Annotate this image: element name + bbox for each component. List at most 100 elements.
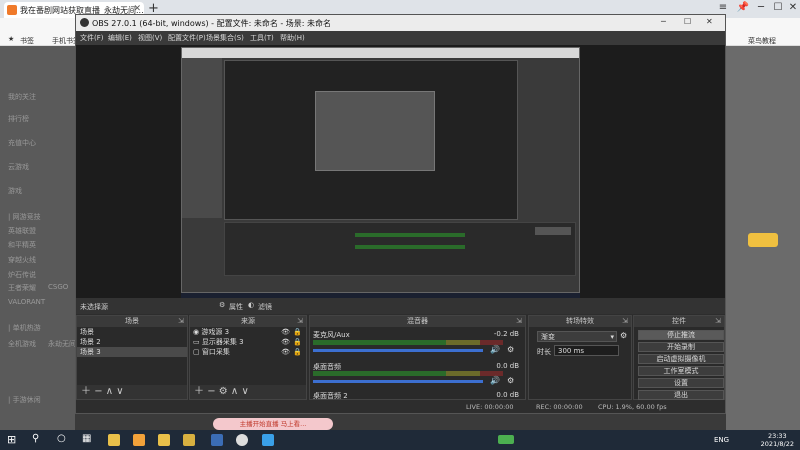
gear-icon[interactable]: ⚙	[507, 345, 514, 354]
sidebar-item[interactable]: 穿越火线	[8, 255, 36, 265]
source-item[interactable]: ▭ 显示器采集 3 👁 🔒	[190, 337, 306, 347]
settings-button[interactable]: 设置	[638, 378, 724, 388]
volume-meter	[313, 340, 503, 345]
filter-icon[interactable]: ◐	[248, 301, 254, 309]
add-icon[interactable]: ＋	[194, 386, 204, 397]
input-language[interactable]: ENG	[714, 436, 729, 444]
scene-item[interactable]: 场景 3	[77, 347, 187, 357]
sidebar-item[interactable]: 英雄联盟	[8, 226, 36, 236]
duration-input[interactable]: 300 ms	[554, 345, 619, 356]
visibility-icon[interactable]: 👁	[281, 347, 290, 357]
lock-icon[interactable]: 🔒	[293, 337, 302, 347]
source-item[interactable]: ▢ 窗口采集 👁 🔒	[190, 347, 306, 357]
gear-icon[interactable]: ⚙	[620, 331, 627, 340]
exit-button[interactable]: 退出	[638, 390, 724, 400]
lock-icon[interactable]: 🔒	[293, 347, 302, 357]
add-icon[interactable]: ＋	[81, 386, 91, 397]
speaker-icon[interactable]: 🔊	[490, 345, 500, 354]
sidebar-item[interactable]: 充值中心	[8, 138, 36, 148]
lock-icon[interactable]: 🔒	[293, 327, 302, 337]
source-toolbar: 未选择源 ⚙ 属性 ◐ 滤镜	[76, 298, 725, 314]
transition-select[interactable]: 渐变 ▾	[537, 331, 617, 342]
remove-icon[interactable]: −	[207, 386, 215, 397]
source-item[interactable]: ◉ 游戏源 3 👁 🔒	[190, 327, 306, 337]
volume-slider[interactable]	[313, 349, 483, 352]
sidebar-item[interactable]: 炉石传说	[8, 270, 36, 280]
studio-mode-button[interactable]: 工作室模式	[638, 366, 724, 376]
obs-preview[interactable]	[76, 45, 725, 311]
sidebar-item[interactable]: VALORANT	[8, 298, 45, 306]
menu-view[interactable]: 视图(V)	[138, 33, 162, 43]
sidebar-item[interactable]: 王者荣耀	[8, 283, 36, 293]
close-tab-icon[interactable]: ✕	[133, 4, 141, 14]
menu-profile[interactable]: 配置文件(P)	[168, 33, 206, 43]
sidebar-item[interactable]: | 手游休闲	[8, 395, 41, 405]
sidebar-item[interactable]: 游戏	[8, 186, 22, 196]
dock-float-icon[interactable]: ⇲	[516, 316, 522, 327]
start-recording-button[interactable]: 开始录制	[638, 342, 724, 352]
folder-icon[interactable]	[158, 434, 170, 446]
dock-float-icon[interactable]: ⇲	[622, 316, 628, 327]
up-icon[interactable]: ∧	[231, 386, 238, 397]
sidebar-item[interactable]: 我的关注	[8, 92, 36, 102]
menu-scene-collection[interactable]: 场景集合(S)	[206, 33, 244, 43]
task-view-icon[interactable]: ○	[57, 433, 66, 444]
menu-help[interactable]: 帮助(H)	[280, 33, 305, 43]
close-window-icon[interactable]: ✕	[785, 2, 800, 13]
bookmark-item[interactable]: 菜鸟教程	[748, 36, 776, 46]
sidebar-item[interactable]: 和平精英	[8, 240, 36, 250]
maximize-icon[interactable]: ☐	[684, 17, 691, 26]
sidebar-item[interactable]: CSGO	[48, 283, 68, 291]
obs-taskbar-icon[interactable]	[236, 434, 248, 446]
filters-button[interactable]: 滤镜	[258, 302, 272, 312]
dock-float-icon[interactable]: ⇲	[297, 316, 303, 327]
start-icon[interactable]: ⊞	[7, 433, 16, 446]
notification-banner[interactable]: 主播开始直播 马上看...	[213, 418, 333, 430]
gear-icon[interactable]: ⚙	[219, 386, 228, 397]
remove-icon[interactable]: −	[94, 386, 102, 397]
sidebar-item[interactable]: 排行榜	[8, 114, 29, 124]
down-icon[interactable]: ∨	[116, 386, 123, 397]
steam-icon[interactable]	[211, 434, 223, 446]
menu-file[interactable]: 文件(F)	[80, 33, 104, 43]
app-icon[interactable]	[262, 434, 274, 446]
bookmark-item[interactable]: 书签	[20, 36, 34, 46]
obs-status-bar: LIVE: 00:00:00 REC: 00:00:00 CPU: 1.9%, …	[76, 401, 725, 413]
sidebar-item[interactable]: 永劫无间	[48, 339, 76, 349]
minimize-icon[interactable]: ─	[661, 17, 666, 26]
gear-icon[interactable]: ⚙	[507, 376, 514, 385]
gear-icon[interactable]: ⚙	[219, 301, 225, 309]
sidebar-item[interactable]: 全机游戏	[8, 339, 36, 349]
menu-icon[interactable]: ≡	[715, 2, 731, 13]
sidebar-item[interactable]: 云游戏	[8, 162, 29, 172]
up-icon[interactable]: ∧	[106, 386, 113, 397]
pin-icon[interactable]: 📌	[735, 2, 751, 13]
system-clock[interactable]: 23:33 2021/8/22	[761, 432, 794, 448]
properties-button[interactable]: 属性	[229, 302, 243, 312]
visibility-icon[interactable]: 👁	[281, 327, 290, 337]
battery-icon[interactable]	[498, 435, 514, 444]
dock-float-icon[interactable]: ⇲	[715, 316, 721, 327]
app-icon[interactable]	[183, 434, 195, 446]
file-explorer-icon[interactable]	[108, 434, 120, 446]
maximize-icon[interactable]: ☐	[770, 2, 786, 13]
menu-edit[interactable]: 编辑(E)	[108, 33, 132, 43]
speaker-icon[interactable]: 🔊	[490, 376, 500, 385]
scene-item[interactable]: 场景 2	[77, 337, 187, 347]
nested-titlebar	[182, 48, 579, 58]
visibility-icon[interactable]: 👁	[281, 337, 290, 347]
stop-streaming-button[interactable]: 停止推流	[638, 330, 724, 340]
close-window-icon[interactable]: ✕	[706, 17, 713, 26]
sidebar-item[interactable]: | 单机热游	[8, 323, 41, 333]
virtual-camera-button[interactable]: 启动虚拟摄像机	[638, 354, 724, 364]
widgets-icon[interactable]: ▦	[82, 433, 91, 444]
down-icon[interactable]: ∨	[241, 386, 248, 397]
sidebar-item[interactable]: | 网游竞技	[8, 212, 41, 222]
menu-tools[interactable]: 工具(T)	[250, 33, 274, 43]
minimize-icon[interactable]: ─	[753, 2, 769, 13]
browser-icon[interactable]	[133, 434, 145, 446]
dock-float-icon[interactable]: ⇲	[178, 316, 184, 327]
volume-slider[interactable]	[313, 380, 483, 383]
search-icon[interactable]: ⚲	[32, 433, 39, 444]
scene-item[interactable]: 场景	[77, 327, 187, 337]
